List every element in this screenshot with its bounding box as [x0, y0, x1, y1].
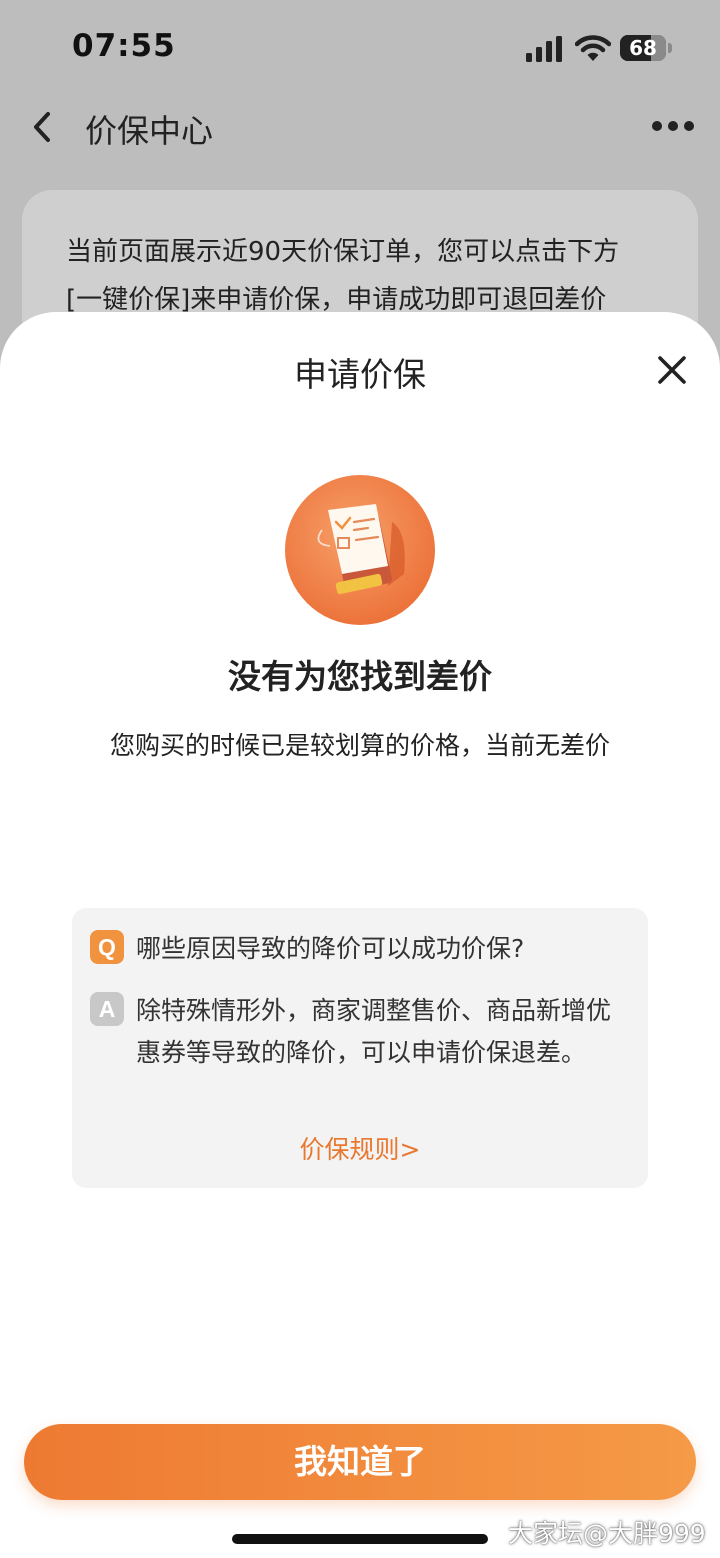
chevron-left-icon[interactable]: [30, 110, 54, 144]
faq-question-text: 哪些原因导致的降价可以成功价保?: [136, 934, 525, 963]
sheet-title: 申请价保: [294, 355, 426, 394]
faq-answer-text: 除特殊情形外，商家调整售价、商品新增优惠券等导致的降价，可以申请价保退差。: [136, 996, 612, 1067]
faq-card: Q 哪些原因导致的降价可以成功价保? A 除特殊情形外，商家调整售价、商品新增优…: [72, 908, 648, 1188]
status-time: 07:55: [72, 28, 176, 64]
status-bar: 07:55 68: [0, 0, 720, 96]
cellular-signal-icon: [526, 36, 562, 62]
notice-line-1: 当前页面展示近90天价保订单，您可以点击下方: [66, 237, 620, 267]
home-indicator[interactable]: [232, 1534, 488, 1544]
got-it-button[interactable]: 我知道了: [24, 1424, 696, 1500]
no-price-difference-headline: 没有为您找到差价: [228, 657, 492, 696]
price-protection-rules-link[interactable]: 价保规则>: [72, 1130, 648, 1166]
more-dots-icon[interactable]: [650, 116, 696, 136]
no-price-difference-description: 您购买的时候已是较划算的价格，当前无差价: [109, 731, 610, 760]
watermark: 大家坛@大胖999: [508, 1519, 706, 1548]
nav-bar: 价保中心: [0, 96, 720, 160]
clipboard-checklist-illustration: [285, 475, 435, 625]
close-icon[interactable]: [652, 350, 692, 390]
answer-badge: A: [90, 992, 124, 1026]
battery-icon: 68: [620, 35, 672, 61]
wifi-icon: [575, 35, 611, 61]
apply-price-protection-sheet: 申请价保 没有为您找到差价 您购买的时候已是较划算的价格，当前无差价 Q 哪些原…: [0, 312, 720, 1558]
question-badge: Q: [90, 930, 124, 964]
battery-level: 68: [629, 36, 657, 60]
page-title: 价保中心: [85, 112, 214, 150]
